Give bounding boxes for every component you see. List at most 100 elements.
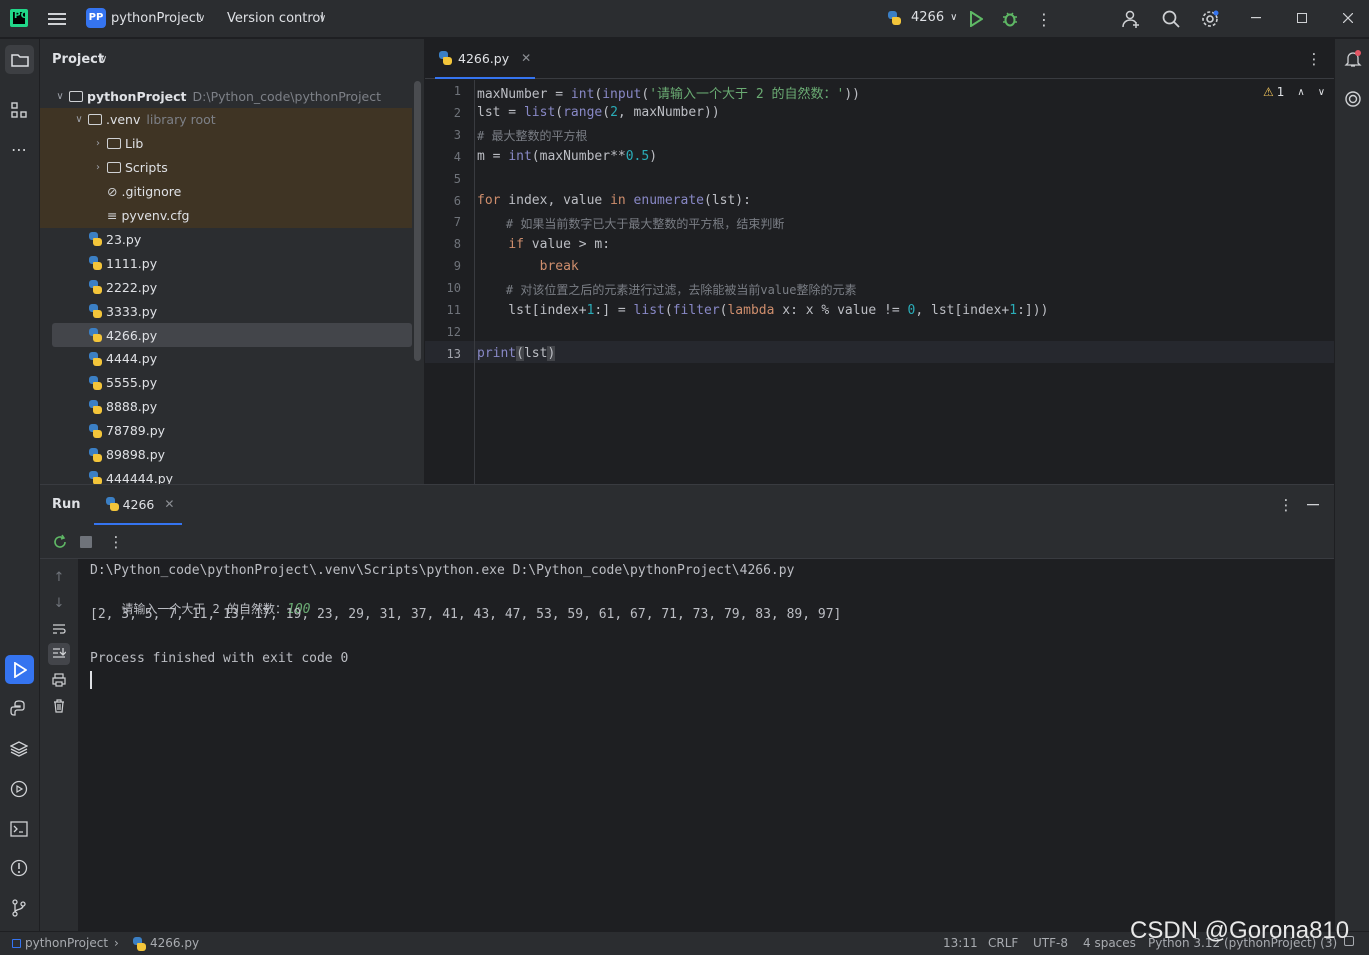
python-console-icon[interactable]: [8, 698, 30, 720]
more-actions-icon[interactable]: ⋮: [1034, 9, 1054, 29]
chevron-down-icon[interactable]: ∨: [54, 91, 66, 102]
breadcrumb-file[interactable]: 4266.py: [150, 936, 199, 950]
close-tab-icon[interactable]: ✕: [521, 51, 531, 65]
close-icon[interactable]: [1338, 8, 1358, 28]
python-packages-icon[interactable]: [8, 738, 30, 760]
services-icon[interactable]: [8, 778, 30, 800]
problems-icon[interactable]: [8, 857, 30, 879]
python-file-icon: [132, 937, 146, 951]
arrow-up-icon[interactable]: ↑: [49, 567, 69, 587]
scroll-to-end-icon[interactable]: [48, 643, 70, 665]
tree-item[interactable]: ∨ pythonProject D:\Python_code\pythonProje…: [40, 84, 412, 108]
watermark: CSDN @Gorona810: [1130, 917, 1350, 944]
current-line-highlight: [425, 341, 1334, 363]
code-line-1[interactable]: maxNumber = int(input('请输入一个大于 2 的自然数：')…: [477, 83, 860, 102]
tree-item[interactable]: 23.py: [40, 227, 412, 251]
tree-item[interactable]: 444444.py: [40, 466, 412, 484]
code-line-10[interactable]: # 对该位置之后的元素进行过滤，去除能被当前value整除的元素: [477, 281, 857, 298]
breadcrumb-project[interactable]: pythonProject: [25, 936, 108, 950]
project-panel-title[interactable]: Project: [52, 52, 104, 67]
notifications-bell-icon[interactable]: [1342, 48, 1364, 70]
code-line-7[interactable]: # 如果当前数字已大于最大整数的平方根，结束判断: [477, 215, 784, 232]
terminal-icon[interactable]: [8, 818, 30, 840]
title-bar: PC PP pythonProject ∨ Version control ∨ …: [0, 0, 1369, 38]
tree-item[interactable]: 5555.py: [40, 371, 412, 395]
tree-item-label: .gitignore: [121, 184, 182, 200]
run-tab-4266[interactable]: 4266 ✕: [94, 485, 182, 525]
left-tool-strip: ⋯: [0, 39, 40, 931]
tree-item[interactable]: 3333.py: [40, 299, 412, 323]
minimize-icon[interactable]: [1246, 8, 1266, 28]
tree-item[interactable]: › Lib: [40, 131, 412, 156]
chevron-down-icon[interactable]: ∨: [73, 114, 85, 125]
chevron-right-icon[interactable]: ›: [92, 138, 104, 149]
tab-4266-py[interactable]: 4266.py ✕: [435, 39, 535, 79]
settings-gear-icon[interactable]: [1199, 8, 1221, 30]
run-more-icon[interactable]: ⋮: [1277, 495, 1295, 515]
tree-item[interactable]: 2222.py: [40, 275, 412, 299]
warning-indicator[interactable]: ⚠ 1 ∧ ∨: [1263, 85, 1325, 99]
tree-item[interactable]: 78789.py: [40, 419, 412, 443]
main-menu-icon[interactable]: [46, 8, 68, 30]
python-file-icon: [438, 51, 452, 65]
run-tool-icon[interactable]: [5, 655, 34, 684]
tree-item-label: 78789.py: [106, 423, 166, 439]
debug-icon[interactable]: [1000, 9, 1020, 29]
run-icon[interactable]: [966, 9, 986, 29]
project-folder-icon[interactable]: [5, 45, 34, 74]
add-user-icon[interactable]: [1120, 8, 1142, 30]
code-line-4[interactable]: m = int(maxNumber**0.5): [477, 149, 657, 164]
code-line-6[interactable]: for index, value in enumerate(lst):: [477, 193, 751, 208]
hide-panel-icon[interactable]: [1304, 495, 1322, 515]
run-config-selector[interactable]: 4266 ∨: [884, 10, 957, 25]
code-line-13[interactable]: print(lst): [477, 346, 556, 361]
code-line-3[interactable]: # 最大整数的平方根: [477, 127, 587, 144]
indent-setting[interactable]: 4 spaces: [1083, 936, 1136, 950]
maximize-icon[interactable]: [1292, 8, 1312, 28]
tree-item[interactable]: 4266.py: [52, 323, 412, 347]
ai-assistant-icon[interactable]: [1342, 88, 1364, 110]
code-line-8[interactable]: if value > m:: [477, 237, 610, 252]
trash-icon[interactable]: [49, 696, 69, 716]
chevron-down-icon[interactable]: ∨: [1318, 87, 1325, 98]
project-switcher[interactable]: pythonProject: [111, 11, 201, 26]
structure-icon[interactable]: [8, 99, 30, 121]
code-line-2[interactable]: lst = list(range(2, maxNumber)): [477, 105, 720, 120]
run-toolbar-more-icon[interactable]: ⋮: [108, 532, 124, 552]
tree-item[interactable]: 89898.py: [40, 443, 412, 467]
console-result-line: [2, 3, 5, 7, 11, 13, 17, 19, 23, 29, 31,…: [90, 607, 842, 622]
tree-item[interactable]: 8888.py: [40, 395, 412, 419]
line-separator[interactable]: CRLF: [988, 936, 1018, 950]
chevron-up-icon[interactable]: ∧: [1297, 87, 1304, 98]
config-file-icon: ≡: [107, 208, 118, 223]
file-encoding[interactable]: UTF-8: [1033, 936, 1068, 950]
project-badge[interactable]: PP: [86, 8, 106, 28]
print-icon[interactable]: [49, 670, 69, 690]
arrow-down-icon[interactable]: ↓: [49, 593, 69, 613]
tree-item[interactable]: › Scripts: [40, 155, 412, 180]
tree-item[interactable]: ⊘ .gitignore: [40, 179, 412, 204]
soft-wrap-icon[interactable]: [49, 619, 69, 639]
search-icon[interactable]: [1160, 8, 1182, 30]
console-caret[interactable]: [90, 671, 92, 689]
chevron-down-icon[interactable]: ∨: [198, 13, 205, 24]
project-scrollbar[interactable]: [414, 81, 421, 361]
chevron-down-icon[interactable]: ∨: [319, 13, 326, 24]
tree-item[interactable]: 1111.py: [40, 251, 412, 275]
more-tools-icon[interactable]: ⋯: [8, 138, 30, 160]
code-line-11[interactable]: lst[index+1:] = list(filter(lambda x: x …: [477, 303, 1048, 318]
rerun-icon[interactable]: [50, 532, 70, 552]
chevron-right-icon[interactable]: ›: [92, 162, 104, 173]
stop-icon[interactable]: [76, 532, 96, 552]
close-tab-icon[interactable]: ✕: [164, 497, 174, 511]
tree-item[interactable]: 4444.py: [40, 347, 412, 371]
tree-item[interactable]: ≡ pyvenv.cfg: [40, 203, 412, 228]
code-line-9[interactable]: break: [477, 259, 579, 274]
caret-position[interactable]: 13:11: [943, 936, 978, 950]
more-tabs-icon[interactable]: ⋮: [1305, 49, 1323, 69]
python-file-icon: [88, 423, 102, 438]
git-branch-icon[interactable]: [8, 897, 30, 919]
vcs-menu[interactable]: Version control: [227, 11, 324, 26]
chevron-down-icon[interactable]: ∨: [100, 54, 107, 65]
tree-item[interactable]: ∨ .venv library root: [40, 107, 412, 132]
